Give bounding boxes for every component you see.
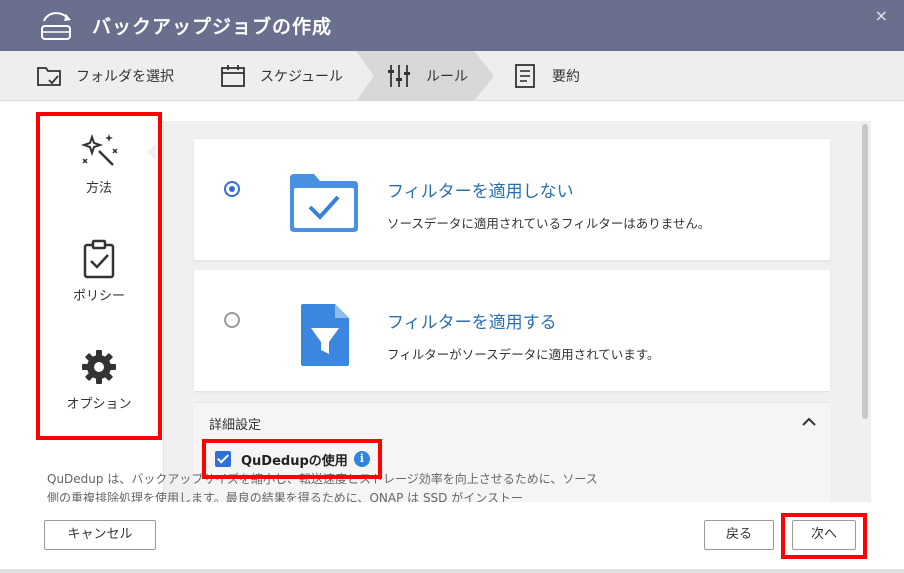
close-icon[interactable]: ×	[875, 6, 888, 25]
step-label: フォルダを選択	[76, 69, 174, 85]
step-rules: ルール	[386, 51, 468, 101]
step-select-folder: フォルダを選択	[36, 51, 174, 101]
step-label: スケジュール	[260, 69, 344, 85]
chevron-up-icon[interactable]	[802, 415, 816, 429]
option-description: ソースデータに適用されているフィルターはありません。	[387, 216, 711, 231]
option-title: フィルターを適用しない	[387, 182, 574, 202]
step-label: ルール	[426, 69, 468, 85]
window-bottom-edge	[0, 569, 904, 573]
rules-sidebar: 方法 ポリシー オプション	[37, 113, 161, 438]
calendar-icon	[221, 65, 245, 87]
advanced-settings-title: 詳細設定	[209, 418, 262, 433]
gear-icon	[82, 350, 116, 384]
radio-no-filter[interactable]	[224, 181, 240, 197]
sidebar-label: ポリシー	[72, 289, 125, 304]
sidebar-item-policy[interactable]: ポリシー	[37, 239, 161, 304]
step-label: 要約	[552, 69, 580, 85]
folder-check-icon	[290, 174, 358, 232]
sidebar-item-method[interactable]: 方法	[37, 131, 161, 196]
sidebar-label: オプション	[66, 397, 132, 412]
sidebar-label: 方法	[85, 181, 112, 196]
radio-apply-filter[interactable]	[224, 312, 240, 328]
cancel-button[interactable]: キャンセル	[44, 520, 156, 550]
window-title: バックアップジョブの作成	[92, 16, 333, 38]
wizard-steps: フォルダを選択 スケジュール ルール 要約	[0, 51, 904, 101]
sidebar-item-options[interactable]: オプション	[37, 347, 161, 412]
back-button[interactable]: 戻る	[704, 520, 774, 550]
option-card-no-filter[interactable]: フィルターを適用しない ソースデータに適用されているフィルターはありません。	[194, 139, 830, 260]
option-title: フィルターを適用する	[387, 313, 557, 333]
qudedup-checkbox[interactable]	[215, 451, 231, 467]
qudedup-label: QuDedupの使用	[241, 453, 348, 469]
option-card-apply-filter[interactable]: フィルターを適用する フィルターがソースデータに適用されています。	[194, 270, 830, 391]
qudedup-option[interactable]: QuDedupの使用 i	[203, 440, 370, 478]
next-button[interactable]: 次へ	[792, 520, 856, 550]
step-schedule: スケジュール	[220, 51, 343, 101]
document-icon	[515, 64, 535, 88]
step-summary: 要約	[512, 51, 580, 101]
scrollbar[interactable]	[862, 124, 868, 419]
title-bar: バックアップジョブの作成 ×	[0, 0, 904, 51]
backup-drive-icon	[41, 12, 71, 40]
active-sidebar-pointer	[147, 144, 156, 160]
clipboard-check-icon	[83, 239, 115, 279]
info-icon[interactable]: i	[353, 451, 370, 467]
folder-check-icon	[37, 67, 61, 86]
magic-wand-icon	[80, 133, 118, 166]
option-description: フィルターがソースデータに適用されています。	[387, 347, 660, 362]
sliders-icon	[388, 65, 410, 87]
file-filter-icon	[301, 304, 349, 366]
